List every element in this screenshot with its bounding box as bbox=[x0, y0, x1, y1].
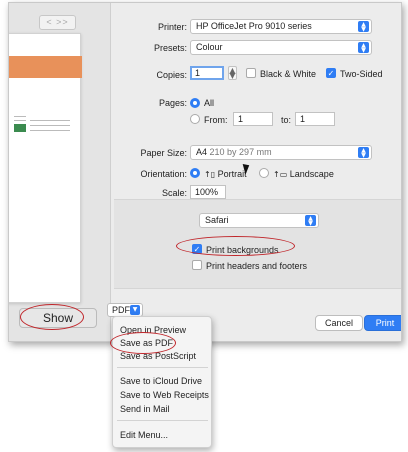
menu-item-save-to-web-receipts[interactable]: Save to Web Receipts bbox=[120, 390, 209, 400]
portrait-icon: ↑▯ bbox=[204, 170, 216, 179]
copies-label: Copies: bbox=[156, 70, 187, 80]
pages-label: Pages: bbox=[158, 98, 187, 108]
pages-all-radio[interactable] bbox=[190, 98, 200, 108]
print-button[interactable]: Print bbox=[364, 315, 401, 331]
copies-field[interactable]: 1 bbox=[190, 66, 224, 80]
black-white-label: Black & White bbox=[260, 69, 317, 79]
printer-label: Printer: bbox=[157, 22, 187, 32]
menu-item-edit-menu[interactable]: Edit Menu... bbox=[120, 430, 168, 440]
pages-from-field[interactable]: 1 bbox=[233, 112, 273, 126]
two-sided-checkbox[interactable]: ✓ bbox=[326, 68, 336, 78]
copies-stepper[interactable]: ▲ ▼ bbox=[228, 66, 237, 80]
portrait-radio[interactable] bbox=[190, 168, 200, 178]
paper-size-dims: 210 by 297 mm bbox=[209, 147, 272, 157]
portrait-option: ↑▯ Portrait bbox=[204, 169, 247, 179]
printer-value: HP OfficeJet Pro 9010 series bbox=[196, 21, 312, 31]
scale-label: Scale: bbox=[161, 188, 187, 198]
menu-item-save-to-icloud[interactable]: Save to iCloud Drive bbox=[120, 376, 202, 386]
pages-range-radio[interactable] bbox=[190, 114, 200, 124]
pages-all-label: All bbox=[204, 98, 215, 108]
pages-from-label: From: bbox=[204, 115, 228, 125]
paper-size-label: Paper Size: bbox=[140, 148, 187, 158]
portrait-label: Portrait bbox=[217, 169, 247, 179]
page-navigation[interactable]: < >> bbox=[39, 15, 76, 30]
pages-to-label: to: bbox=[281, 115, 292, 125]
orientation-label: Orientation: bbox=[140, 169, 187, 179]
annotation-show-ring bbox=[20, 304, 84, 330]
page-thumbnail bbox=[9, 33, 82, 303]
app-options-value: Safari bbox=[205, 215, 229, 225]
pdf-label: PDF bbox=[112, 305, 130, 315]
cancel-button[interactable]: Cancel bbox=[315, 315, 363, 331]
thumbnail-header-band bbox=[9, 56, 82, 78]
pdf-menu-button[interactable]: PDF ▼ bbox=[107, 303, 143, 317]
landscape-label: Landscape bbox=[289, 169, 334, 179]
annotation-save-as-pdf-ring bbox=[110, 332, 176, 354]
menu-item-send-in-mail[interactable]: Send in Mail bbox=[120, 404, 170, 414]
headers-footers-label: Print headers and footers bbox=[206, 261, 308, 271]
presets-select[interactable]: Colour ▲ ▼ bbox=[190, 40, 372, 55]
scale-field[interactable]: 100% bbox=[190, 185, 226, 199]
pages-to-field[interactable]: 1 bbox=[295, 112, 335, 126]
two-sided-label: Two-Sided bbox=[340, 69, 383, 79]
thumbnail-table bbox=[14, 116, 76, 134]
presets-value: Colour bbox=[196, 42, 223, 52]
headers-footers-checkbox[interactable] bbox=[192, 260, 202, 270]
menu-separator bbox=[117, 420, 208, 421]
presets-label: Presets: bbox=[153, 43, 187, 53]
printer-select[interactable]: HP OfficeJet Pro 9010 series ▲ ▼ bbox=[190, 19, 372, 34]
chevron-down-icon: ▼ bbox=[130, 305, 140, 315]
print-dialog: < >> Printer: HP OfficeJet Pro 9010 seri… bbox=[8, 2, 402, 342]
annotation-print-backgrounds-ring bbox=[176, 236, 295, 256]
chevron-updown-icon: ▲ ▼ bbox=[305, 215, 316, 227]
landscape-option: ↑▭ Landscape bbox=[273, 169, 334, 179]
menu-separator bbox=[117, 367, 208, 368]
chevron-updown-icon: ▲ ▼ bbox=[358, 21, 369, 33]
chevron-updown-icon: ▲ ▼ bbox=[358, 42, 369, 54]
paper-size-select[interactable]: A4 210 by 297 mm ▲ ▼ bbox=[190, 145, 372, 160]
chevron-updown-icon: ▲ ▼ bbox=[358, 147, 369, 159]
black-white-checkbox[interactable] bbox=[246, 68, 256, 78]
paper-size-value: A4 bbox=[196, 147, 208, 157]
preview-pane: < >> bbox=[9, 3, 111, 341]
landscape-icon: ↑▭ bbox=[273, 170, 288, 179]
landscape-radio[interactable] bbox=[259, 168, 269, 178]
app-options-select[interactable]: Safari ▲ ▼ bbox=[199, 213, 319, 228]
